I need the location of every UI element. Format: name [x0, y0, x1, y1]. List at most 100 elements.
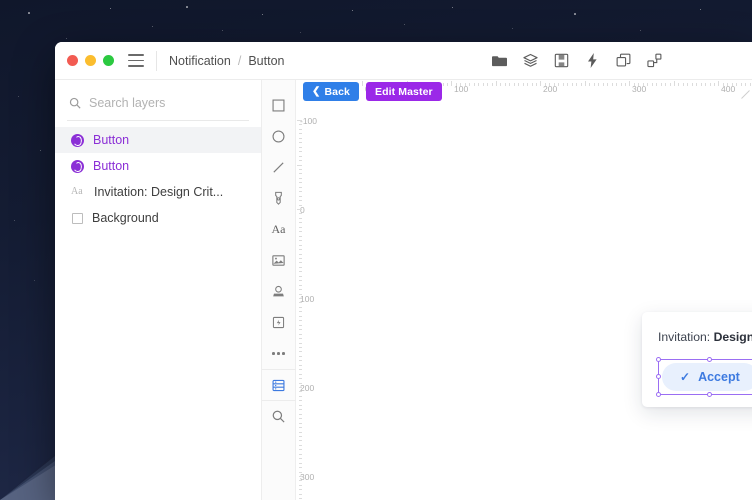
breadcrumb-parent[interactable]: Notification [169, 54, 231, 68]
ruler-tick [509, 83, 511, 86]
ruler-tick [682, 83, 684, 86]
close-button[interactable] [67, 55, 78, 66]
ruler-tick [299, 253, 302, 255]
layer-row-button-2[interactable]: Button [55, 153, 261, 179]
ruler-tick [299, 351, 302, 353]
search-input[interactable] [89, 96, 247, 110]
edit-master-button[interactable]: Edit Master [366, 82, 442, 101]
ruler-tick [607, 83, 609, 86]
ruler-tick [598, 83, 600, 86]
zoom-tool[interactable] [261, 400, 296, 431]
ruler-tick [297, 120, 302, 121]
ruler-tick [299, 320, 302, 322]
layers-panel: Button Button Aa Invitation: Design Crit… [55, 80, 262, 500]
vertical-ruler[interactable]: -100 0 100 200 300 [296, 80, 317, 500]
notification-text-bold: Design Critic [713, 330, 752, 344]
ruler-tick [700, 83, 702, 86]
notification-actions: ✓ Accept [656, 357, 752, 397]
ruler-tick [299, 195, 302, 197]
folder-icon[interactable] [492, 53, 507, 68]
ruler-tick [455, 83, 457, 86]
ruler-tick [299, 142, 302, 144]
ruler-tick [299, 177, 302, 179]
accept-button[interactable]: ✓ Accept [662, 363, 752, 391]
selection-handle-mid-left[interactable] [656, 374, 661, 379]
insert-icon[interactable] [554, 53, 569, 68]
selection-handle-top-left[interactable] [656, 357, 661, 362]
layers-stack-icon[interactable] [523, 53, 538, 68]
button-tool[interactable] [262, 307, 296, 338]
canvas[interactable]: ❮ Back Edit Master -1000100200300400 -10… [296, 80, 752, 500]
selection-box[interactable]: ✓ Accept [656, 357, 752, 397]
ruler-tick [299, 128, 302, 130]
ruler-tick [731, 83, 733, 86]
image-tool[interactable] [262, 245, 296, 276]
star [110, 8, 112, 10]
back-button[interactable]: ❮ Back [303, 82, 359, 101]
component-icon [71, 159, 84, 173]
ruler-tick [513, 83, 515, 86]
line-tool[interactable] [262, 152, 296, 183]
ruler-tick [299, 329, 302, 331]
ruler-tick [727, 83, 729, 86]
ruler-tick [491, 83, 493, 86]
prototype-icon[interactable] [647, 53, 662, 68]
ruler-tick [299, 427, 302, 429]
ruler-tick [299, 262, 302, 264]
notification-text: Invitation: Design Critic @ Fri 12 Jul, … [658, 330, 752, 344]
pen-tool[interactable] [262, 183, 296, 214]
selection-handle-bottom-center[interactable] [706, 392, 712, 397]
star [700, 9, 702, 11]
star [352, 10, 354, 12]
text-tool[interactable]: Aa [262, 214, 296, 245]
selection-handle-top-center[interactable] [706, 357, 712, 362]
ruler-tick [299, 422, 302, 424]
design-app-window: Notification / Button Search layers Butt… [55, 42, 752, 500]
selection-handle-bottom-left[interactable] [656, 392, 661, 397]
component-panel-tool[interactable] [261, 369, 296, 400]
ruler-tick [544, 83, 546, 86]
ruler-tick [299, 458, 302, 460]
stamp-tool[interactable] [262, 276, 296, 307]
ruler-tick [714, 83, 715, 86]
ruler-tick [299, 418, 302, 420]
ruler-tick [299, 298, 302, 299]
star [152, 26, 154, 28]
ruler-tick [638, 83, 640, 86]
ruler-tick [536, 83, 537, 86]
rectangle-tool[interactable] [262, 90, 296, 121]
window-controls[interactable] [67, 55, 114, 66]
ruler-tick [705, 83, 707, 86]
search-layers-row[interactable] [55, 86, 261, 120]
star [18, 96, 20, 98]
ruler-tick [464, 83, 466, 86]
lightning-icon[interactable] [585, 53, 600, 68]
more-tool[interactable] [262, 338, 296, 369]
layer-row-invitation[interactable]: Aa Invitation: Design Crit... [55, 179, 261, 205]
ruler-tick [299, 484, 302, 486]
ellipse-tool[interactable] [262, 121, 296, 152]
ruler-tick [299, 155, 302, 157]
ruler-tick [299, 311, 302, 313]
edit-master-label: Edit Master [375, 85, 433, 98]
ruler-tick [299, 355, 302, 357]
ruler-tick [518, 83, 520, 86]
layer-row-background[interactable]: Background [55, 205, 261, 231]
components-icon[interactable] [616, 53, 631, 68]
breadcrumb-current[interactable]: Button [248, 54, 284, 68]
ruler-tick [656, 83, 658, 86]
minimize-button[interactable] [85, 55, 96, 66]
star [512, 28, 514, 30]
ruler-tick [299, 453, 302, 455]
ruler-tick [299, 284, 302, 286]
ruler-tick [299, 449, 302, 451]
maximize-button[interactable] [103, 55, 114, 66]
notification-card[interactable]: Invitation: Design Critic @ Fri 12 Jul, … [642, 312, 752, 407]
layer-row-button-1[interactable]: Button [55, 127, 261, 153]
resize-handle[interactable] [741, 86, 750, 99]
hamburger-icon[interactable] [128, 54, 144, 67]
ruler-tick [299, 364, 302, 366]
canvas-surface[interactable]: Invitation: Design Critic @ Fri 12 Jul, … [312, 96, 752, 500]
ruler-tick [473, 83, 475, 86]
ruler-tick [299, 280, 302, 282]
